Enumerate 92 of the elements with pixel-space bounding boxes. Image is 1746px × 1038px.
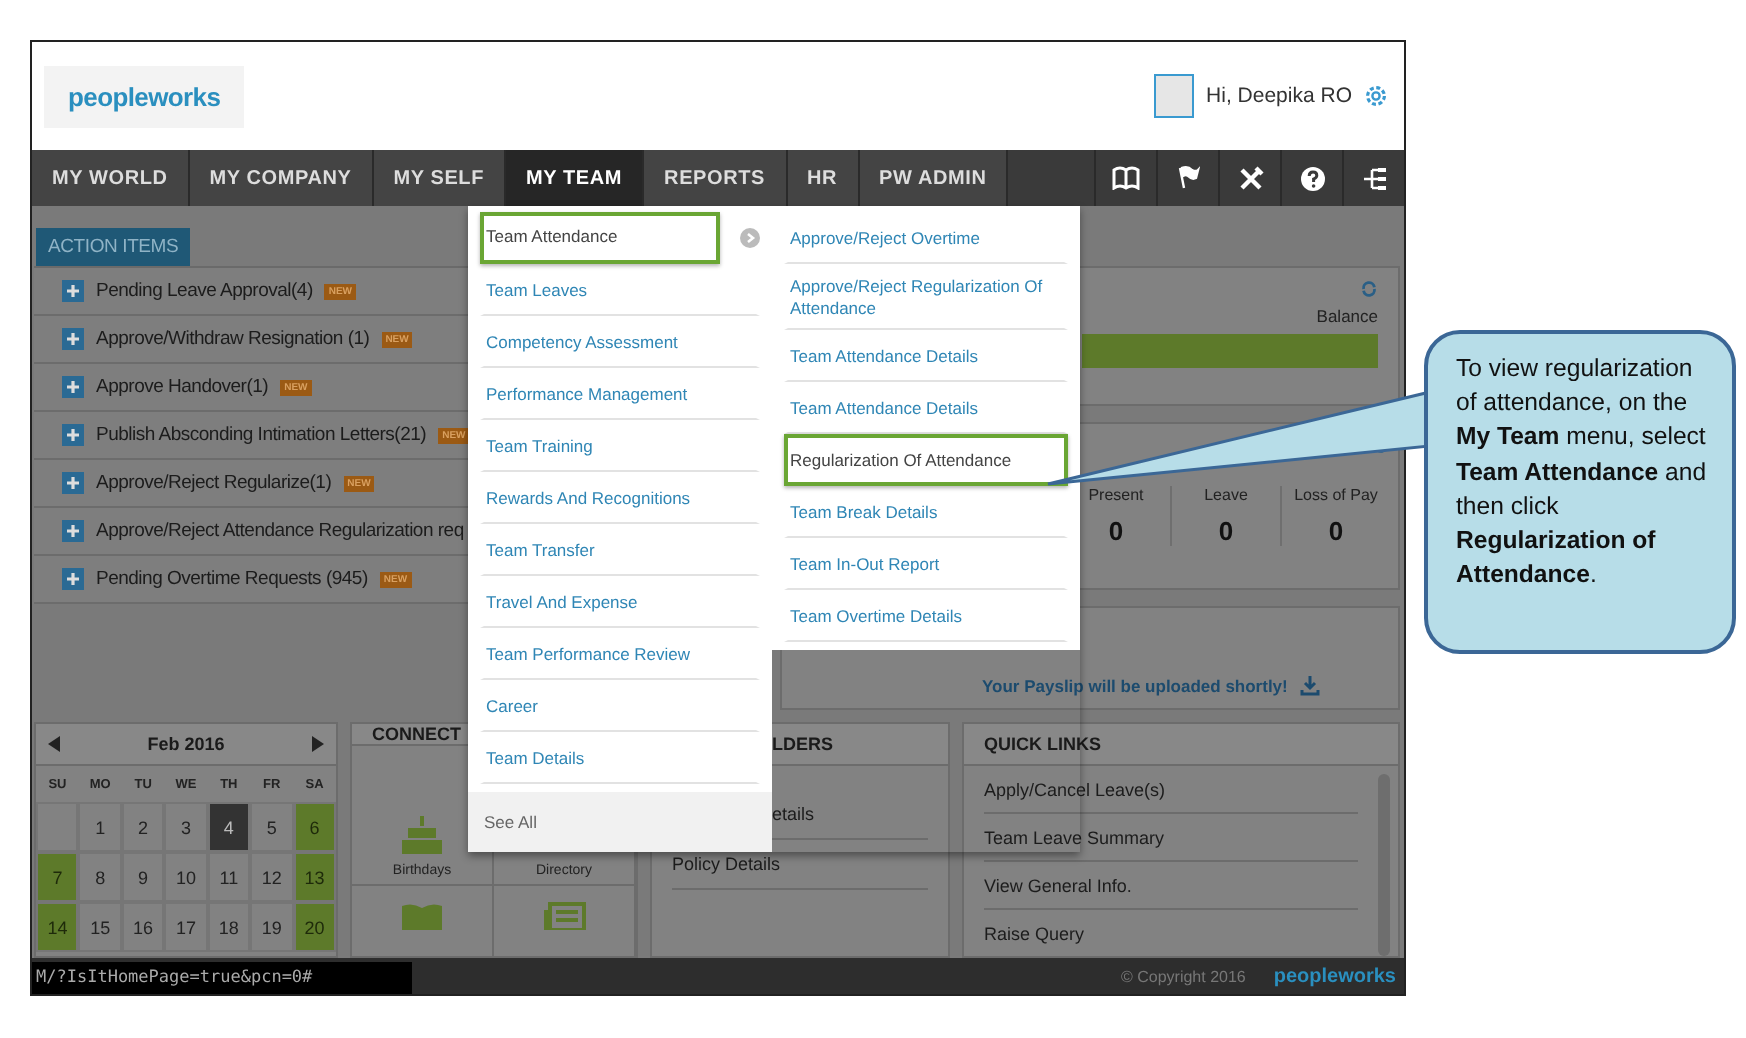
- calendar-day[interactable]: 2: [121, 802, 165, 852]
- expand-icon[interactable]: [62, 376, 84, 398]
- quick-link[interactable]: Apply/Cancel Leave(s): [984, 766, 1358, 814]
- submenu-item[interactable]: Team In-Out Report: [784, 538, 1068, 591]
- previous-icon[interactable]: [48, 736, 60, 752]
- calendar-day[interactable]: 14: [36, 902, 79, 952]
- expand-icon[interactable]: [62, 520, 84, 542]
- nav-tab[interactable]: MY COMPANY: [189, 150, 374, 206]
- calendar-day[interactable]: 5: [250, 802, 294, 852]
- expand-icon[interactable]: [62, 472, 84, 494]
- action-item-link[interactable]: Approve/Reject Regularize(1): [96, 472, 332, 494]
- submenu-item[interactable]: Team Attendance Details: [784, 330, 1068, 383]
- calendar-day[interactable]: 10: [164, 852, 208, 902]
- submenu-item[interactable]: Regularization Of Attendance: [784, 434, 1068, 487]
- calendar-day[interactable]: 12: [250, 852, 294, 902]
- menu-item[interactable]: Competency Assessment: [480, 316, 760, 368]
- nav-tab[interactable]: MY SELF: [373, 150, 507, 206]
- calendar-day[interactable]: 9: [121, 852, 165, 902]
- user-greeting: Hi, Deepika RO: [1206, 84, 1352, 108]
- avatar: [1154, 74, 1195, 118]
- month-label: Feb 2016: [147, 734, 225, 754]
- calendar-day[interactable]: 20: [293, 902, 336, 952]
- expand-icon[interactable]: [62, 568, 84, 590]
- menu-item[interactable]: Team Training: [480, 420, 760, 472]
- book-icon: [400, 902, 444, 930]
- menu-item[interactable]: Team Performance Review: [480, 628, 760, 680]
- panel-title: QUICK LINKS: [964, 724, 1398, 766]
- menu-item[interactable]: Team Transfer: [480, 524, 760, 576]
- calendar-day[interactable]: 16: [121, 902, 165, 952]
- nav-tab[interactable]: HR: [787, 150, 860, 206]
- nav-tab[interactable]: MY WORLD: [32, 150, 190, 206]
- stat-label: Present: [1088, 486, 1144, 504]
- submenu-item[interactable]: Approve/Reject Overtime: [784, 212, 1068, 264]
- cake-icon: [400, 816, 444, 856]
- action-item-link[interactable]: Pending Leave Approval(4): [96, 280, 313, 302]
- action-item-link[interactable]: Approve Handover(1): [96, 376, 269, 398]
- menu-item[interactable]: Rewards And Recognitions: [480, 472, 760, 524]
- stat-label: Leave: [1204, 486, 1248, 504]
- submenu-item[interactable]: Approve/Reject Regularization Of Attendance: [784, 264, 1068, 331]
- balance-label: Balance: [1316, 306, 1378, 326]
- action-item-link[interactable]: Publish Absconding Intimation Letters(21): [96, 424, 427, 446]
- stat-value: 0: [1218, 516, 1234, 546]
- expand-icon[interactable]: [62, 328, 84, 350]
- calendar-day[interactable]: 13: [293, 852, 336, 902]
- calendar-day[interactable]: 15: [78, 902, 122, 952]
- nav-tab[interactable]: MY TEAM: [506, 150, 645, 206]
- see-all-link[interactable]: See All: [468, 792, 772, 852]
- menu-item[interactable]: Team Attendance: [480, 212, 720, 264]
- quick-link[interactable]: View General Info.: [984, 862, 1358, 910]
- calendar-day[interactable]: 17: [164, 902, 208, 952]
- book-icon[interactable]: [1112, 166, 1140, 190]
- calendar-day[interactable]: 19: [250, 902, 294, 952]
- calendar-day[interactable]: 18: [207, 902, 251, 952]
- stat-label: Loss of Pay: [1294, 486, 1378, 504]
- calendar-day[interactable]: 6: [293, 802, 336, 852]
- logo[interactable]: peopleworks: [44, 65, 245, 127]
- expand-icon[interactable]: [62, 280, 84, 302]
- url-tooltip: M/?IsItHomePage=true&pcn=0#: [32, 962, 412, 994]
- calendar-day[interactable]: 8: [78, 852, 122, 902]
- expand-icon[interactable]: [62, 424, 84, 446]
- submenu-item[interactable]: Team Attendance Details: [784, 382, 1068, 435]
- stat-value: 0: [1108, 516, 1124, 546]
- quick-link[interactable]: Team Leave Summary: [984, 814, 1358, 862]
- menu-item[interactable]: Performance Management: [480, 368, 760, 420]
- callout-note: To view regularization of attendance, on the My Team menu, select Team Attendance and then click Regularization of Attendance.: [1424, 330, 1736, 654]
- menu-item[interactable]: Travel And Expense: [480, 576, 760, 628]
- menu-item[interactable]: Team Leaves: [480, 264, 760, 316]
- action-item-link[interactable]: Pending Overtime Requests (945): [96, 568, 368, 590]
- payslip-message: Your Payslip will be uploaded shortly!: [982, 676, 1288, 696]
- nav-tab[interactable]: REPORTS: [644, 150, 787, 206]
- help-icon[interactable]: [1299, 165, 1325, 191]
- newspaper-icon: [542, 902, 586, 930]
- calendar-day[interactable]: 3: [164, 802, 208, 852]
- flag-icon[interactable]: [1176, 166, 1200, 190]
- copyright: © Copyright 2016: [1120, 967, 1246, 985]
- calendar-day[interactable]: 1: [78, 802, 122, 852]
- nav-tab[interactable]: PW ADMIN: [859, 150, 1009, 206]
- calendar-day[interactable]: 11: [207, 852, 251, 902]
- download-icon[interactable]: [1299, 676, 1320, 696]
- stat-value: 0: [1328, 516, 1344, 546]
- submenu-item[interactable]: Team Break Details: [784, 486, 1068, 539]
- action-items-tab[interactable]: ACTION ITEMS: [36, 228, 191, 266]
- calendar-day[interactable]: 4: [207, 802, 251, 852]
- menu-item[interactable]: Team Details: [480, 732, 760, 784]
- calendar-day[interactable]: 7: [36, 852, 79, 902]
- settings-icon[interactable]: [1364, 84, 1388, 108]
- next-icon[interactable]: [312, 736, 324, 752]
- menu-item[interactable]: Career: [480, 680, 760, 732]
- sitemap-icon[interactable]: [1361, 165, 1387, 191]
- submenu-item[interactable]: Team Overtime Details: [784, 590, 1068, 643]
- footer-logo: peopleworks: [1273, 965, 1396, 987]
- action-item-link[interactable]: Approve/Withdraw Resignation (1): [96, 328, 370, 350]
